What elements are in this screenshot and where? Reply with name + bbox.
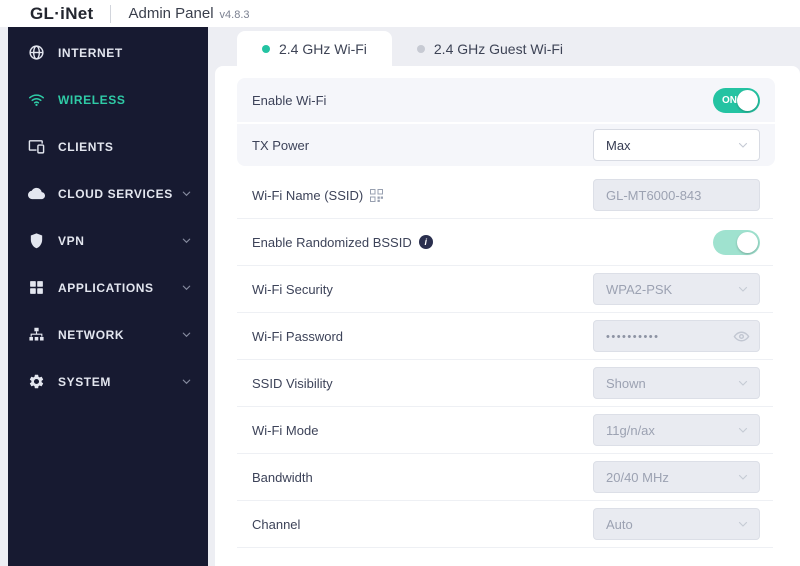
tab-label: 2.4 GHz Guest Wi-Fi bbox=[433, 40, 564, 57]
tab-status-dot bbox=[262, 44, 270, 53]
ssid-visibility-label: SSID Visibility bbox=[252, 375, 333, 391]
chevron-down-icon bbox=[181, 188, 192, 199]
qr-code-icon[interactable] bbox=[370, 188, 384, 202]
channel-select: Auto bbox=[593, 508, 760, 540]
bandwidth-select: 20/40 MHz bbox=[593, 461, 760, 493]
sidebar-nav: INTERNET WIRELESS CLIENTS CLOUD SERVICES… bbox=[8, 27, 208, 566]
form-row-channel: Channel Auto bbox=[237, 501, 773, 548]
cloud-icon bbox=[28, 185, 45, 202]
sidebar-item-clients[interactable]: CLIENTS bbox=[8, 123, 208, 170]
wifi-tabbar: 2.4 GHz Wi-Fi 2.4 GHz Guest Wi-Fi bbox=[215, 27, 800, 66]
channel-label: Channel bbox=[252, 516, 301, 532]
tx-power-value: Max bbox=[606, 137, 631, 153]
wifi-name-label: Wi-Fi Name (SSID) bbox=[252, 188, 384, 203]
wifi-primary-settings-block: Enable Wi-Fi ON TX Power Max bbox=[237, 78, 775, 166]
form-row-bandwidth: Bandwidth 20/40 MHz bbox=[237, 454, 773, 501]
wifi-mode-label: Wi-Fi Mode bbox=[252, 422, 319, 438]
toggle-knob bbox=[737, 89, 758, 111]
chevron-down-icon bbox=[737, 518, 749, 530]
password-masked-value: •••••••••• bbox=[606, 331, 660, 343]
tx-power-select[interactable]: Max bbox=[593, 129, 760, 161]
glinet-logo: GL·iNet bbox=[30, 3, 94, 23]
wifi-security-select: WPA2-PSK bbox=[593, 273, 760, 305]
channel-value: Auto bbox=[606, 516, 633, 532]
sitemap-icon bbox=[28, 326, 45, 343]
devices-icon bbox=[28, 138, 45, 155]
tab-status-dot bbox=[416, 44, 425, 53]
header-title: Admin Panel bbox=[128, 5, 214, 22]
gear-icon bbox=[28, 373, 45, 390]
toggle-knob bbox=[737, 231, 758, 253]
admin-panel-app: GL·iNet Admin Panel v4.8.3 INTERNET WIRE… bbox=[0, 0, 800, 566]
bandwidth-value: 20/40 MHz bbox=[606, 469, 669, 485]
tx-power-label: TX Power bbox=[252, 137, 310, 153]
form-row-tx-power: TX Power Max bbox=[237, 122, 775, 166]
wifi-settings-panel: Enable Wi-Fi ON TX Power Max Wi-Fi Name … bbox=[215, 66, 800, 566]
tab-24ghz-guest-wifi[interactable]: 2.4 GHz Guest Wi-Fi bbox=[392, 31, 588, 66]
chevron-down-icon bbox=[737, 377, 749, 389]
main-content: 2.4 GHz Wi-Fi 2.4 GHz Guest Wi-Fi Enable… bbox=[215, 27, 800, 566]
form-row-wifi-mode: Wi-Fi Mode 11g/n/ax bbox=[237, 407, 773, 454]
apps-grid-icon bbox=[28, 279, 45, 296]
chevron-down-icon bbox=[181, 329, 192, 340]
wifi-mode-value: 11g/n/ax bbox=[606, 422, 655, 438]
tab-label: 2.4 GHz Wi-Fi bbox=[279, 40, 367, 57]
chevron-down-icon bbox=[181, 235, 192, 246]
shield-icon bbox=[28, 232, 45, 249]
wifi-password-label: Wi-Fi Password bbox=[252, 328, 344, 344]
wifi-name-input bbox=[593, 179, 760, 211]
enable-wifi-toggle[interactable]: ON bbox=[713, 87, 760, 113]
chevron-down-icon bbox=[737, 283, 749, 295]
chevron-down-icon bbox=[737, 471, 749, 483]
wifi-security-value: WPA2-PSK bbox=[606, 281, 673, 297]
chevron-down-icon bbox=[737, 424, 749, 436]
chevron-down-icon bbox=[181, 376, 192, 387]
form-row-randomized-bssid: Enable Randomized BSSID i bbox=[237, 219, 773, 266]
globe-icon bbox=[28, 44, 45, 61]
form-row-ssid-visibility: SSID Visibility Shown bbox=[237, 360, 773, 407]
sidebar-item-network[interactable]: NETWORK bbox=[8, 311, 208, 358]
sidebar-item-cloud-services[interactable]: CLOUD SERVICES bbox=[8, 170, 208, 217]
bandwidth-label: Bandwidth bbox=[252, 469, 313, 485]
form-row-enable-wifi: Enable Wi-Fi ON bbox=[237, 78, 775, 122]
sidebar-item-vpn[interactable]: VPN bbox=[8, 217, 208, 264]
top-header: GL·iNet Admin Panel v4.8.3 bbox=[0, 0, 800, 27]
ssid-visibility-value: Shown bbox=[606, 375, 646, 391]
form-row-wifi-security: Wi-Fi Security WPA2-PSK bbox=[237, 266, 773, 313]
toggle-on-label: ON bbox=[722, 94, 737, 106]
chevron-down-icon bbox=[737, 139, 749, 151]
chevron-down-icon bbox=[181, 282, 192, 293]
info-icon[interactable]: i bbox=[418, 235, 433, 249]
randomized-bssid-toggle bbox=[713, 229, 760, 255]
bssid-label: Enable Randomized BSSID i bbox=[252, 235, 433, 250]
enable-wifi-label: Enable Wi-Fi bbox=[252, 92, 327, 108]
form-row-wifi-name: Wi-Fi Name (SSID) bbox=[237, 172, 773, 219]
sidebar-item-internet[interactable]: INTERNET bbox=[8, 29, 208, 76]
ssid-visibility-select: Shown bbox=[593, 367, 760, 399]
wifi-detail-settings: Wi-Fi Name (SSID) GL-MT6000-843 Enable R… bbox=[237, 172, 773, 548]
header-version: v4.8.3 bbox=[219, 9, 250, 21]
sidebar-item-applications[interactable]: APPLICATIONS bbox=[8, 264, 208, 311]
wifi-icon bbox=[28, 91, 45, 108]
sidebar-item-system[interactable]: SYSTEM bbox=[8, 358, 208, 405]
header-divider bbox=[110, 4, 112, 23]
wifi-security-label: Wi-Fi Security bbox=[252, 281, 333, 297]
tab-24ghz-wifi[interactable]: 2.4 GHz Wi-Fi bbox=[237, 31, 392, 66]
wifi-mode-select: 11g/n/ax bbox=[593, 414, 760, 446]
form-row-wifi-password: Wi-Fi Password •••••••••• bbox=[237, 313, 773, 360]
wifi-password-input: •••••••••• bbox=[593, 320, 760, 352]
sidebar-item-wireless[interactable]: WIRELESS bbox=[8, 76, 208, 123]
eye-icon bbox=[733, 328, 750, 345]
